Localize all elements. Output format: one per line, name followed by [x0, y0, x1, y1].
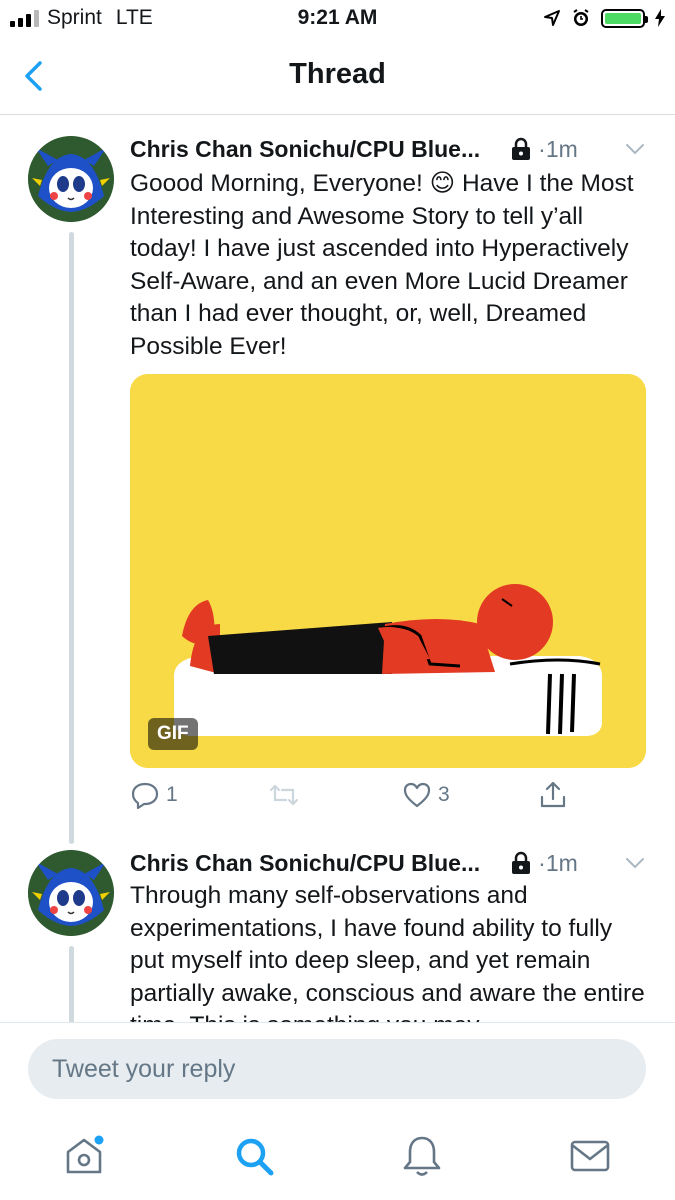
- charging-bolt-icon: [655, 9, 665, 27]
- tweet-text: Through many self-observations and exper…: [130, 882, 645, 1022]
- gif-badge: GIF: [148, 718, 198, 750]
- retweet-button[interactable]: [268, 780, 300, 810]
- avatar[interactable]: [28, 136, 114, 222]
- retweet-icon: [269, 784, 299, 806]
- like-count: 3: [438, 783, 450, 806]
- bell-icon[interactable]: [398, 1132, 446, 1180]
- status-bar: Sprint LTE 9:21 AM: [0, 0, 675, 40]
- gif-illustration: [130, 374, 646, 768]
- alarm-icon: [573, 9, 589, 26]
- status-icons: [543, 8, 665, 28]
- chevron-down-icon[interactable]: [623, 851, 647, 875]
- author-name[interactable]: Chris Chan Sonichu/CPU Blue...: [130, 136, 480, 163]
- tweet-timestamp: ·1m: [538, 849, 578, 876]
- tab-bar: [0, 1114, 675, 1200]
- reply-count: 1: [166, 783, 178, 806]
- navigation-bar: Thread: [0, 40, 675, 115]
- tweet-text: Goood Morning, Everyone! 😊 Have I the Mo…: [130, 170, 634, 360]
- lock-icon: [512, 137, 531, 160]
- thread-connector: [69, 232, 74, 844]
- reply-icon: [131, 782, 159, 810]
- tweet-actions: 1 3: [130, 780, 650, 816]
- lock-icon: [512, 851, 531, 874]
- reply-input[interactable]: [28, 1039, 646, 1099]
- home-icon[interactable]: [60, 1132, 108, 1180]
- author-name[interactable]: Chris Chan Sonichu/CPU Blue...: [130, 850, 480, 877]
- tweet-gif-media[interactable]: GIF: [130, 374, 646, 768]
- tweet[interactable]: Chris Chan Sonichu/CPU Blue... ·1m Throu…: [0, 834, 675, 1022]
- battery-icon: [601, 8, 648, 28]
- tweet-header: Chris Chan Sonichu/CPU Blue... ·1m: [130, 134, 647, 164]
- search-icon[interactable]: [230, 1132, 278, 1180]
- tweet-timestamp: ·1m: [538, 135, 578, 162]
- notification-dot: [94, 1135, 104, 1145]
- thread-connector: [69, 946, 74, 1022]
- like-button[interactable]: 3: [402, 780, 450, 810]
- tweet-header: Chris Chan Sonichu/CPU Blue... ·1m: [130, 848, 647, 878]
- heart-icon: [403, 782, 431, 808]
- tweet[interactable]: Chris Chan Sonichu/CPU Blue... ·1m Goood…: [0, 114, 675, 844]
- reply-bar: [0, 1022, 675, 1115]
- chevron-down-icon[interactable]: [623, 137, 647, 161]
- share-button[interactable]: [538, 780, 568, 810]
- location-arrow-icon: [544, 10, 560, 26]
- reply-button[interactable]: 1: [130, 780, 178, 810]
- page-title: Thread: [289, 58, 386, 90]
- mail-icon[interactable]: [566, 1132, 614, 1180]
- share-icon: [540, 781, 566, 808]
- avatar[interactable]: [28, 850, 114, 936]
